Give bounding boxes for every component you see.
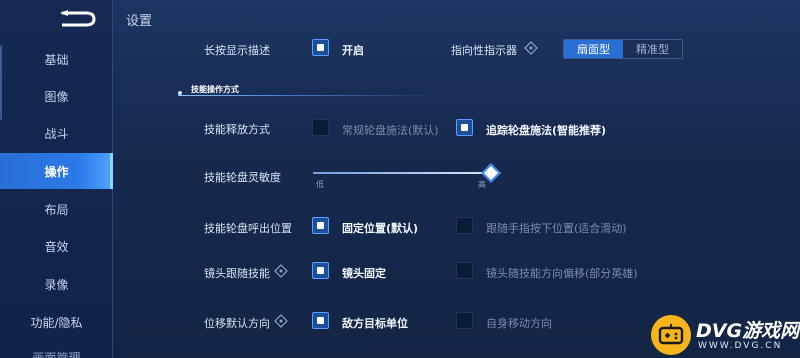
sensitivity-label: 技能轮盘灵敏度 [204, 171, 281, 184]
release-mode-default-option: 常规轮盘施法(默认) [342, 124, 439, 137]
wheel-position-follow-checkbox[interactable] [456, 217, 473, 234]
watermark-url: WWW.DVG.CN [698, 341, 783, 351]
move-self-direction-option: 自身移动方向 [486, 317, 552, 330]
sidebar-item-label: 布局 [44, 202, 69, 217]
indicator-segmented-control: 扇面型 精准型 [563, 39, 683, 59]
watermark: DVG游戏网 WWW.DVG.CN [643, 313, 800, 358]
sidebar-item-replay[interactable]: 录像 [0, 266, 113, 302]
sidebar-item-label: 音效 [44, 239, 69, 254]
back-button[interactable] [58, 9, 98, 29]
wheel-position-follow-option: 跟随手指按下位置(适合滑动) [486, 222, 627, 235]
sidebar-item-label: 录像 [44, 277, 69, 292]
gamepad-logo-icon [651, 315, 691, 355]
sidebar-item-graphics[interactable]: 图像 [0, 78, 113, 114]
camera-offset-option: 镜头随技能方向偏移(部分英雄) [486, 267, 638, 280]
release-mode-tracking-checkbox[interactable] [456, 119, 473, 136]
help-icon[interactable] [274, 314, 288, 328]
wheel-position-fixed-option: 固定位置(默认) [342, 222, 419, 235]
help-icon[interactable] [524, 41, 538, 55]
sidebar-item-label: 画面管理 [32, 351, 81, 358]
camera-offset-checkbox[interactable] [456, 262, 473, 279]
sensitivity-max-label: 高 [478, 180, 486, 189]
sidebar-item-label: 基础 [44, 52, 69, 67]
release-mode-default-checkbox[interactable] [312, 119, 329, 136]
wheel-position-label: 技能轮盘呼出位置 [204, 222, 292, 235]
help-icon[interactable] [274, 264, 288, 278]
camera-fixed-option: 镜头固定 [342, 267, 386, 280]
move-enemy-target-option: 敌方目标单位 [342, 317, 408, 330]
release-mode-label: 技能释放方式 [204, 123, 270, 136]
sidebar-item-label: 图像 [44, 89, 69, 104]
sidebar-item-privacy[interactable]: 功能/隐私 [0, 304, 113, 340]
move-self-direction-checkbox[interactable] [456, 312, 473, 329]
camera-follow-label: 镜头跟随技能 [204, 267, 270, 280]
sidebar-item-controls[interactable]: 操作 [0, 153, 113, 189]
section-divider [178, 95, 438, 96]
sidebar-item-screen[interactable]: 画面管理 [0, 349, 113, 358]
sidebar-item-label: 操作 [44, 164, 69, 179]
long-press-label: 长按显示描述 [204, 44, 270, 57]
move-enemy-target-checkbox[interactable] [312, 312, 329, 329]
settings-screen: 基础 图像 战斗 操作 布局 音效 录像 功能/隐私 画面管理 设置 长按显示描… [0, 0, 800, 358]
camera-fixed-checkbox[interactable] [312, 262, 329, 279]
sidebar: 基础 图像 战斗 操作 布局 音效 录像 功能/隐私 画面管理 [0, 0, 113, 358]
sidebar-item-audio[interactable]: 音效 [0, 228, 113, 264]
sidebar-item-basic[interactable]: 基础 [0, 41, 113, 77]
page-title: 设置 [126, 14, 153, 29]
section-title: 技能操作方式 [191, 85, 239, 94]
long-press-option: 开启 [342, 44, 364, 57]
indicator-option-sector[interactable]: 扇面型 [564, 40, 623, 58]
long-press-checkbox[interactable] [312, 39, 329, 56]
sidebar-item-combat[interactable]: 战斗 [0, 115, 113, 151]
sidebar-item-label: 功能/隐私 [30, 315, 83, 330]
indicator-label: 指向性指示器 [451, 44, 517, 57]
sidebar-item-label: 战斗 [44, 126, 69, 141]
wheel-position-fixed-checkbox[interactable] [312, 217, 329, 234]
indicator-option-precise[interactable]: 精准型 [623, 40, 682, 58]
move-direction-label: 位移默认方向 [204, 317, 270, 330]
watermark-name: DVG游戏网 [696, 320, 800, 342]
sidebar-item-layout[interactable]: 布局 [0, 191, 113, 227]
back-arrow-icon [60, 10, 96, 27]
sensitivity-slider-track[interactable] [313, 172, 491, 174]
release-mode-tracking-option: 追踪轮盘施法(智能推荐) [486, 124, 607, 137]
sensitivity-min-label: 低 [316, 180, 324, 189]
